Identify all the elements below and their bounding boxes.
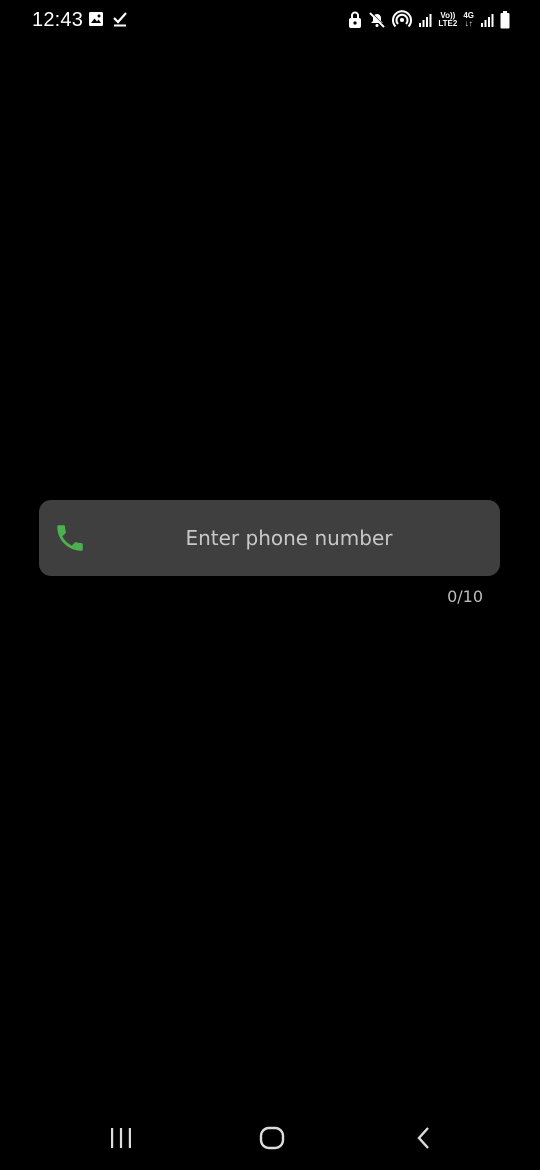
4g-icon: 4G ↓↑	[463, 11, 474, 28]
status-time: 12:43	[32, 9, 84, 31]
recents-button[interactable]	[101, 1124, 141, 1156]
home-button[interactable]	[252, 1124, 292, 1156]
mute-icon	[368, 11, 386, 29]
back-button[interactable]	[404, 1124, 444, 1156]
battery-icon	[500, 11, 510, 29]
recents-icon	[109, 1127, 133, 1154]
volte-icon: Vo)) LTE2	[438, 11, 458, 28]
signal-icon	[418, 12, 432, 28]
status-left-icons	[88, 11, 128, 27]
screen: 12:43 Vo)) LTE2 4G ↓↑ Enter phone number…	[0, 0, 540, 1170]
phone-number-field[interactable]	[39, 500, 500, 576]
back-icon	[415, 1126, 433, 1155]
phone-icon	[53, 521, 87, 555]
lock-icon	[348, 11, 362, 29]
signal-icon-2	[480, 12, 494, 28]
home-icon	[259, 1126, 285, 1155]
checkmark-icon	[112, 11, 128, 27]
status-bar: 12:43 Vo)) LTE2 4G ↓↑	[0, 0, 540, 42]
status-right-icons: Vo)) LTE2 4G ↓↑	[348, 10, 510, 30]
character-counter: 0/10	[447, 587, 483, 606]
phone-number-input[interactable]	[99, 500, 479, 576]
navigation-bar	[0, 1110, 540, 1170]
image-icon	[88, 11, 104, 27]
hotspot-icon	[392, 10, 413, 30]
